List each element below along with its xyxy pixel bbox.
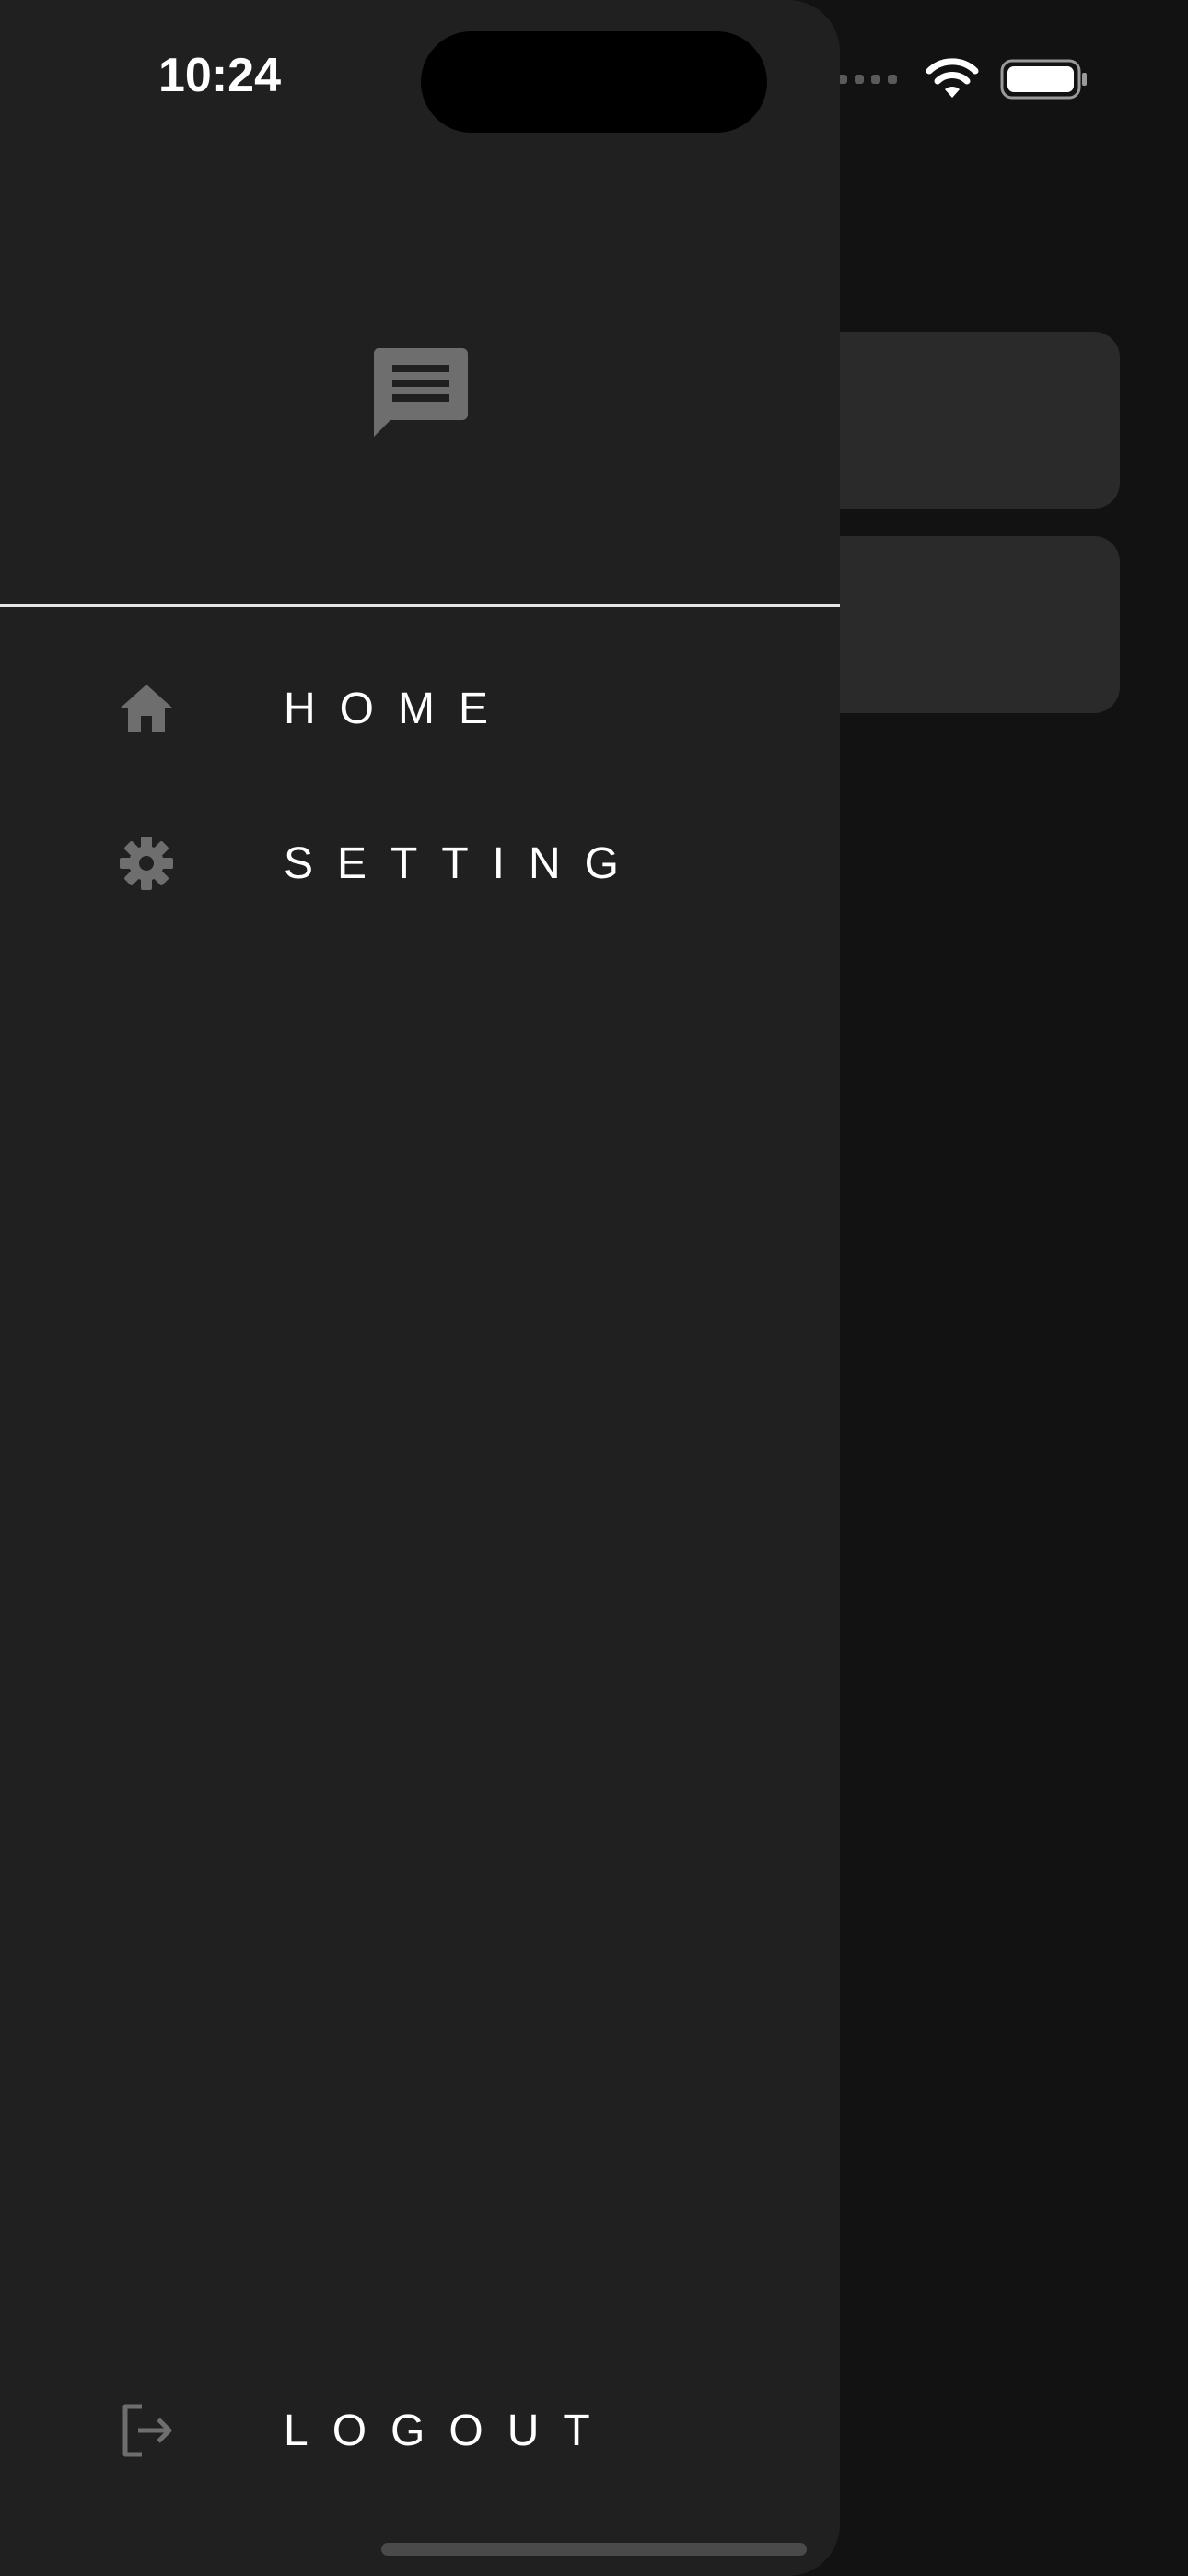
wifi-icon xyxy=(926,58,979,98)
message-icon xyxy=(373,348,468,437)
status-indicators xyxy=(838,57,1089,101)
dynamic-island xyxy=(421,31,767,133)
navigation-drawer: 10:24 HOME SETTING LOGOUT xyxy=(0,0,840,2576)
battery-icon xyxy=(1000,59,1087,100)
logout-icon xyxy=(116,2400,177,2461)
menu-item-label: HOME xyxy=(284,684,512,733)
gear-icon xyxy=(116,833,177,894)
cellular-signal-icon xyxy=(838,75,897,84)
home-icon xyxy=(116,678,177,739)
menu-item-label: SETTING xyxy=(284,838,644,888)
home-indicator[interactable] xyxy=(381,2543,807,2556)
logout-button[interactable]: LOGOUT xyxy=(116,2394,614,2467)
logout-label: LOGOUT xyxy=(284,2406,614,2455)
menu-item-setting[interactable]: SETTING xyxy=(116,826,643,900)
status-time: 10:24 xyxy=(158,49,281,102)
app-screen: 10:24 HOME SETTING LOGOUT xyxy=(0,0,1188,2576)
drawer-divider xyxy=(0,604,840,607)
menu-item-home[interactable]: HOME xyxy=(116,672,512,745)
